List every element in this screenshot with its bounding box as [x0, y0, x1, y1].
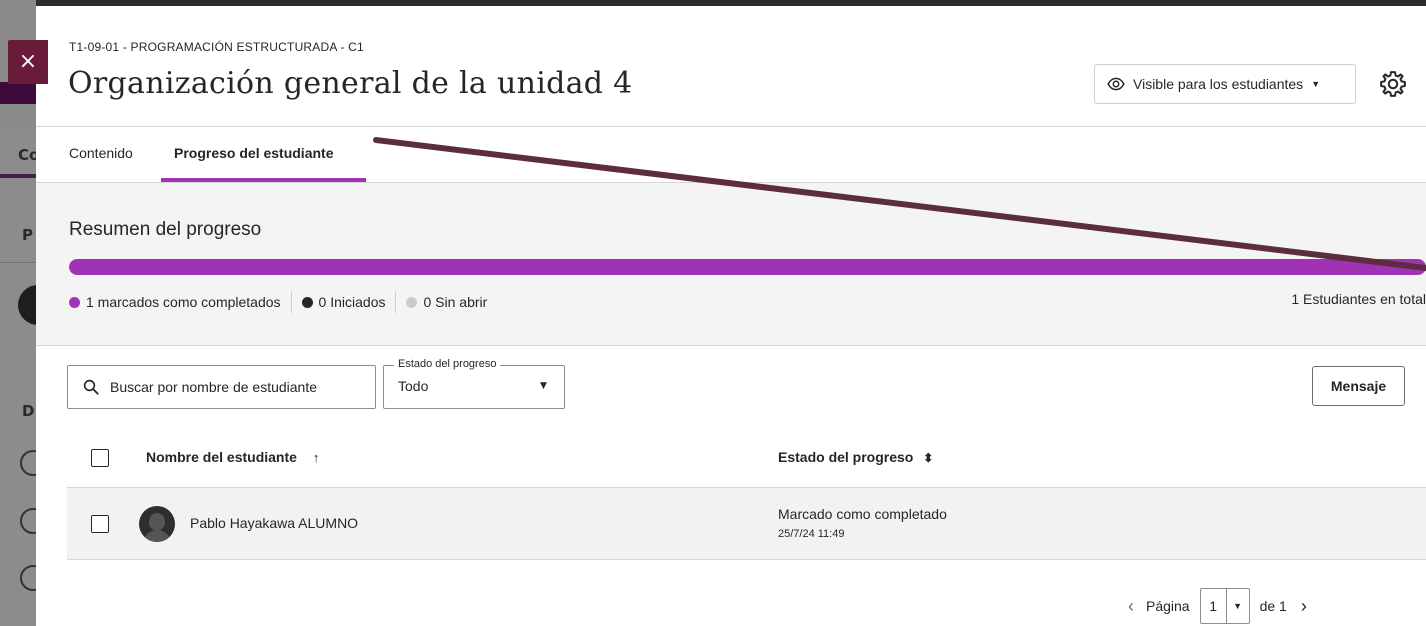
progress-date: 25/7/24 11:49	[778, 528, 845, 540]
started-dot-icon	[301, 296, 313, 308]
active-tab-indicator	[161, 178, 366, 182]
caret-down-icon: ▼	[540, 381, 547, 391]
close-icon: ×	[18, 49, 38, 74]
legend-completed-label: 1 marcados como completados	[86, 294, 281, 310]
legend-divider	[290, 291, 292, 313]
course-id: T1-09-01 - PROGRAMACIÓN ESTRUCTURADA - C…	[69, 40, 364, 54]
column-header-status-label: Estado del progreso	[778, 449, 914, 465]
column-header-name[interactable]: Nombre del estudiante ↑	[146, 449, 319, 465]
table-controls: Buscar por nombre de estudiante Estado d…	[36, 346, 1426, 428]
eye-icon	[1107, 77, 1125, 91]
legend-divider	[395, 291, 397, 313]
filter-label: Estado del progreso	[394, 358, 501, 370]
page-title: Organización general de la unidad 4	[68, 66, 633, 101]
background-ribbon	[0, 82, 36, 104]
filter-value: Todo	[398, 378, 429, 394]
background-page: Co P D	[0, 0, 36, 626]
search-input[interactable]: Buscar por nombre de estudiante	[67, 365, 376, 409]
chevron-right-icon[interactable]: ›	[1293, 596, 1315, 617]
summary-title: Resumen del progreso	[69, 219, 262, 240]
progress-status-filter[interactable]: Estado del progreso Todo ▼	[383, 358, 565, 409]
visibility-dropdown[interactable]: Visible para los estudiantes ▼	[1094, 64, 1356, 104]
visibility-label: Visible para los estudiantes	[1133, 76, 1304, 92]
background-avatar	[18, 285, 36, 325]
legend-unopened: 0 Sin abrir	[406, 294, 487, 310]
close-button[interactable]: ×	[8, 40, 48, 84]
content-panel: T1-09-01 - PROGRAMACIÓN ESTRUCTURADA - C…	[36, 0, 1426, 626]
legend-started-label: 0 Iniciados	[318, 294, 386, 310]
student-name[interactable]: Pablo Hayakawa ALUMNO	[190, 515, 358, 531]
progress-bar-fill	[69, 259, 1426, 275]
background-timer-icon	[20, 508, 36, 534]
background-text: P	[22, 226, 33, 244]
table-row: Pablo Hayakawa ALUMNO Marcado como compl…	[67, 488, 1426, 560]
avatar-head	[149, 513, 165, 531]
page-total: de 1	[1259, 598, 1287, 614]
sort-ascending-icon: ↑	[312, 450, 320, 465]
background-check-icon	[20, 565, 36, 591]
completed-dot-icon	[69, 296, 80, 308]
search-placeholder: Buscar por nombre de estudiante	[110, 379, 318, 395]
background-text: Co	[18, 146, 36, 164]
progress-bar	[69, 259, 1426, 275]
background-tab-underline	[0, 174, 36, 178]
total-students: 1 Estudiantes en total	[1291, 291, 1426, 307]
page-label: Página	[1146, 598, 1190, 614]
tab-bar: Contenido Progreso del estudiante	[36, 127, 1426, 183]
column-header-status[interactable]: Estado del progreso ⬍	[778, 449, 933, 465]
row-checkbox[interactable]	[91, 515, 109, 533]
tab-content[interactable]: Contenido	[69, 145, 133, 161]
select-all-checkbox[interactable]	[91, 449, 109, 467]
avatar	[139, 506, 175, 542]
column-header-name-label: Nombre del estudiante	[146, 449, 297, 465]
legend-completed: 1 marcados como completados	[69, 294, 281, 310]
legend-unopened-label: 0 Sin abrir	[423, 294, 488, 310]
table-header: Nombre del estudiante ↑ Estado del progr…	[67, 428, 1426, 488]
caret-down-icon: ▼	[1233, 601, 1243, 611]
progress-legend: 1 marcados como completados 0 Iniciados …	[69, 291, 487, 313]
progress-status: Marcado como completado	[778, 506, 947, 522]
pagination: ‹ Página 1 ▼ de 1 ›	[1120, 588, 1315, 624]
search-icon	[83, 379, 99, 395]
message-button[interactable]: Mensaje	[1312, 366, 1405, 406]
gear-icon[interactable]	[1378, 69, 1408, 99]
chevron-left-icon[interactable]: ‹	[1120, 596, 1142, 617]
background-text: D	[22, 402, 35, 420]
progress-summary: Resumen del progreso 1 marcados como com…	[36, 183, 1426, 346]
caret-down-icon: ▼	[1311, 79, 1321, 89]
unopened-dot-icon	[406, 296, 418, 308]
background-divider	[0, 262, 36, 263]
avatar-shoulders	[143, 530, 171, 542]
background-user-icon	[20, 450, 36, 476]
current-page: 1	[1201, 589, 1227, 623]
panel-header: T1-09-01 - PROGRAMACIÓN ESTRUCTURADA - C…	[36, 6, 1426, 127]
legend-started: 0 Iniciados	[301, 294, 386, 310]
tab-student-progress[interactable]: Progreso del estudiante	[174, 145, 333, 161]
sort-icon: ⬍	[923, 451, 934, 465]
page-selector[interactable]: 1 ▼	[1199, 588, 1250, 624]
